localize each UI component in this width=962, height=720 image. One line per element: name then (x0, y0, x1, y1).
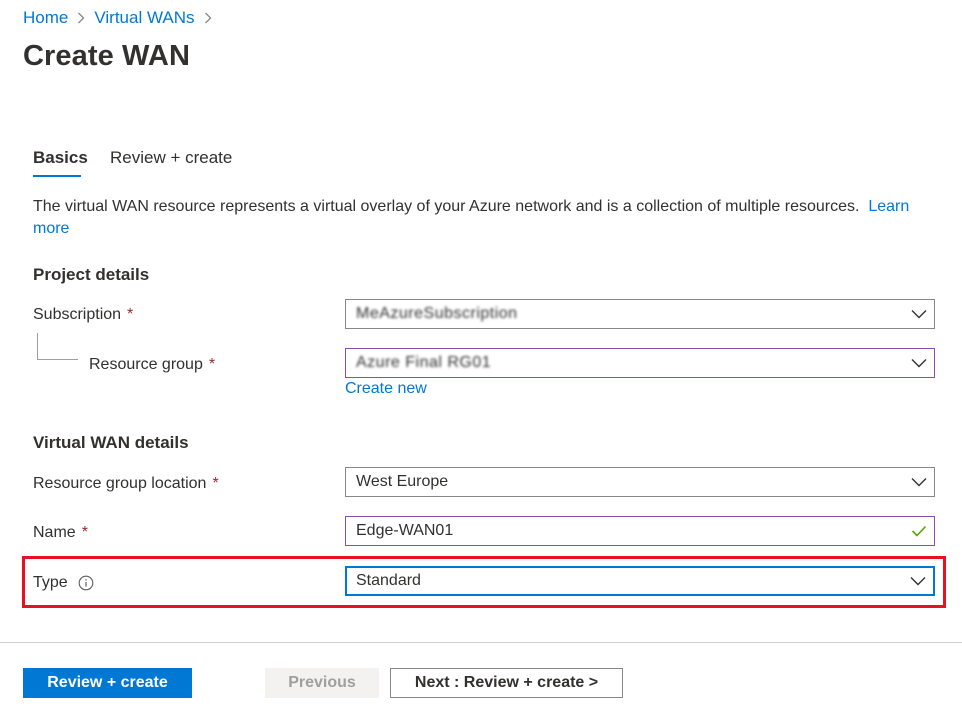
breadcrumb-virtual-wans-link[interactable]: Virtual WANs (94, 8, 194, 28)
tab-review-create[interactable]: Review + create (110, 148, 232, 172)
resource-group-label: Resource group * (89, 354, 215, 376)
wan-details-heading: Virtual WAN details (33, 433, 189, 452)
subscription-label-text: Subscription (33, 306, 122, 323)
name-input[interactable]: Edge-WAN01 (345, 516, 935, 546)
chevron-down-icon (904, 468, 934, 496)
project-details-heading: Project details (33, 265, 150, 284)
breadcrumb-home-link[interactable]: Home (23, 8, 68, 28)
resource-group-dropdown[interactable]: Azure Final RG01 (345, 348, 935, 378)
description-text: The virtual WAN resource represents a vi… (33, 198, 860, 215)
review-create-button[interactable]: Review + create (23, 668, 192, 698)
location-value: West Europe (356, 473, 449, 490)
location-label-text: Resource group location (33, 475, 207, 492)
tab-selected-indicator (33, 175, 81, 177)
checkmark-icon (904, 517, 934, 545)
required-marker: * (212, 475, 219, 492)
hierarchy-connector (37, 333, 78, 360)
subscription-label: Subscription * (33, 304, 133, 326)
location-dropdown[interactable]: West Europe (345, 467, 935, 497)
chevron-right-icon (77, 12, 85, 24)
subscription-value: MeAzureSubscription (356, 305, 518, 322)
resource-group-label-text: Resource group (89, 356, 203, 373)
description: The virtual WAN resource represents a vi… (33, 196, 933, 240)
create-new-link[interactable]: Create new (345, 380, 427, 398)
location-label: Resource group location * (33, 473, 219, 495)
chevron-down-icon (904, 349, 934, 377)
highlight-annotation-box (22, 556, 946, 608)
breadcrumb: Home Virtual WANs (23, 6, 221, 30)
chevron-down-icon (904, 300, 934, 328)
subscription-dropdown[interactable]: MeAzureSubscription (345, 299, 935, 329)
page-title: Create WAN (23, 40, 190, 72)
next-review-create-button[interactable]: Next : Review + create > (390, 668, 623, 698)
required-marker: * (81, 524, 88, 541)
name-value: Edge-WAN01 (356, 522, 454, 539)
name-label: Name * (33, 522, 88, 544)
required-marker: * (127, 306, 134, 323)
resource-group-value: Azure Final RG01 (356, 354, 492, 371)
chevron-right-icon (204, 12, 212, 24)
previous-button[interactable]: Previous (265, 668, 379, 698)
footer-divider (0, 642, 962, 643)
name-label-text: Name (33, 524, 76, 541)
tab-basics[interactable]: Basics (33, 148, 88, 172)
required-marker: * (208, 356, 216, 373)
